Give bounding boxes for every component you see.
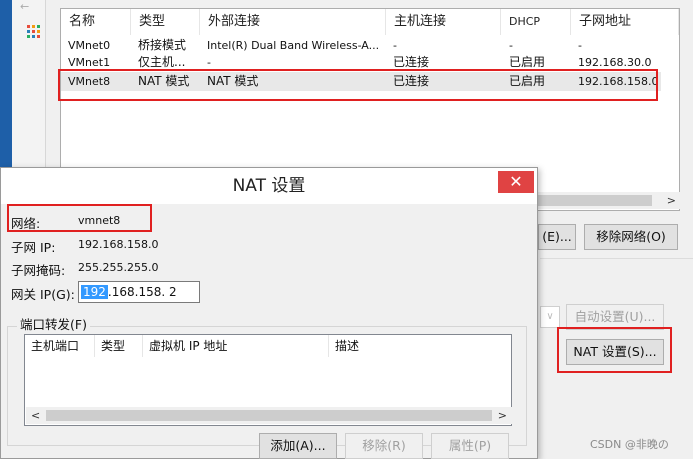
add-button[interactable]: 添加(A)...	[259, 433, 337, 459]
table-row-vmnet8[interactable]: VMnet8 NAT 模式 NAT 模式 已连接 已启用 192.168.158…	[61, 72, 661, 91]
row-dhcp: -	[509, 39, 513, 52]
watermark: CSDN @非晚の	[590, 438, 669, 451]
table-row[interactable]: VMnet0 桥接模式 Intel(R) Dual Band Wireless-…	[61, 37, 661, 54]
scroll-left-arrow-icon[interactable]: <	[31, 407, 40, 424]
subnet-mask-value: 255.255.255.0	[78, 261, 159, 274]
column-header-external[interactable]: 外部连接	[200, 9, 386, 35]
nat-settings-dialog: NAT 设置 ✕ 网络: vmnet8 子网 IP: 192.168.158.0…	[0, 167, 538, 459]
row-host: 已连接	[393, 74, 430, 88]
row-host: -	[393, 39, 397, 52]
row-name: VMnet1	[68, 56, 111, 69]
properties-button[interactable]: 属性(P)	[431, 433, 509, 459]
table-row[interactable]: VMnet1 仅主机... - 已连接 已启用 192.168.30.0	[61, 54, 661, 71]
gateway-ip-rest: .168.158. 2	[107, 285, 177, 299]
row-type: 仅主机...	[138, 55, 186, 69]
horizontal-scrollbar[interactable]: < >	[26, 407, 512, 424]
row-subnet: 192.168.30.0	[578, 56, 652, 69]
gateway-ip-label: 网关 IP(G):	[11, 287, 75, 302]
row-type: NAT 模式	[138, 74, 190, 88]
back-arrow-icon[interactable]: ←	[20, 1, 38, 12]
chevron-down-icon[interactable]: ∨	[540, 306, 560, 328]
row-type: 桥接模式	[138, 38, 187, 52]
row-name: VMnet0	[68, 39, 111, 52]
row-external: NAT 模式	[207, 74, 259, 88]
column-header-host-port[interactable]: 主机端口	[25, 335, 95, 357]
column-header-subnet[interactable]: 子网地址	[571, 9, 679, 35]
row-name: VMnet8	[68, 75, 111, 88]
separator	[540, 258, 693, 259]
row-subnet: 192.168.158.0	[578, 75, 659, 88]
dialog-title: NAT 设置	[1, 168, 537, 204]
scrollbar-thumb[interactable]	[46, 410, 492, 421]
column-header-name[interactable]: 名称	[61, 9, 131, 35]
column-header-type[interactable]: 类型	[131, 9, 200, 35]
row-dhcp: 已启用	[509, 55, 546, 69]
row-external: Intel(R) Dual Band Wireless-A...	[207, 39, 380, 52]
row-host: 已连接	[393, 55, 430, 69]
network-value: vmnet8	[78, 214, 121, 227]
remove-button[interactable]: 移除(R)	[345, 433, 423, 459]
subnet-ip-value: 192.168.158.0	[78, 238, 159, 251]
row-subnet: -	[578, 39, 582, 52]
subnet-mask-label: 子网掩码:	[11, 263, 66, 278]
port-forwarding-label: 端口转发(F)	[17, 314, 90, 333]
apps-grid-icon	[27, 25, 40, 38]
column-header-host[interactable]: 主机连接	[386, 9, 501, 35]
remove-network-button[interactable]: 移除网络(O)	[584, 224, 678, 250]
nat-settings-button[interactable]: NAT 设置(S)...	[566, 339, 664, 365]
column-header-type[interactable]: 类型	[95, 335, 143, 357]
column-header-dhcp[interactable]: DHCP	[501, 9, 571, 35]
scroll-right-arrow-icon[interactable]: >	[667, 192, 676, 209]
auto-settings-button[interactable]: 自动设置(U)...	[566, 304, 664, 330]
row-dhcp: 已启用	[509, 74, 546, 88]
close-icon[interactable]: ✕	[498, 171, 534, 193]
gateway-ip-input[interactable]: 192.168.158. 2	[78, 281, 200, 303]
column-header-description[interactable]: 描述	[329, 335, 511, 357]
network-label: 网络:	[11, 216, 41, 231]
rename-network-button[interactable]: (E)...	[538, 224, 576, 250]
gateway-ip-selected-octet: 192	[81, 285, 108, 299]
scroll-right-arrow-icon[interactable]: >	[498, 407, 507, 424]
row-external: -	[207, 56, 211, 69]
column-header-vm-ip[interactable]: 虚拟机 IP 地址	[143, 335, 329, 357]
port-forwarding-table[interactable]: 主机端口 类型 虚拟机 IP 地址 描述 < >	[24, 334, 512, 426]
subnet-ip-label: 子网 IP:	[11, 240, 56, 255]
